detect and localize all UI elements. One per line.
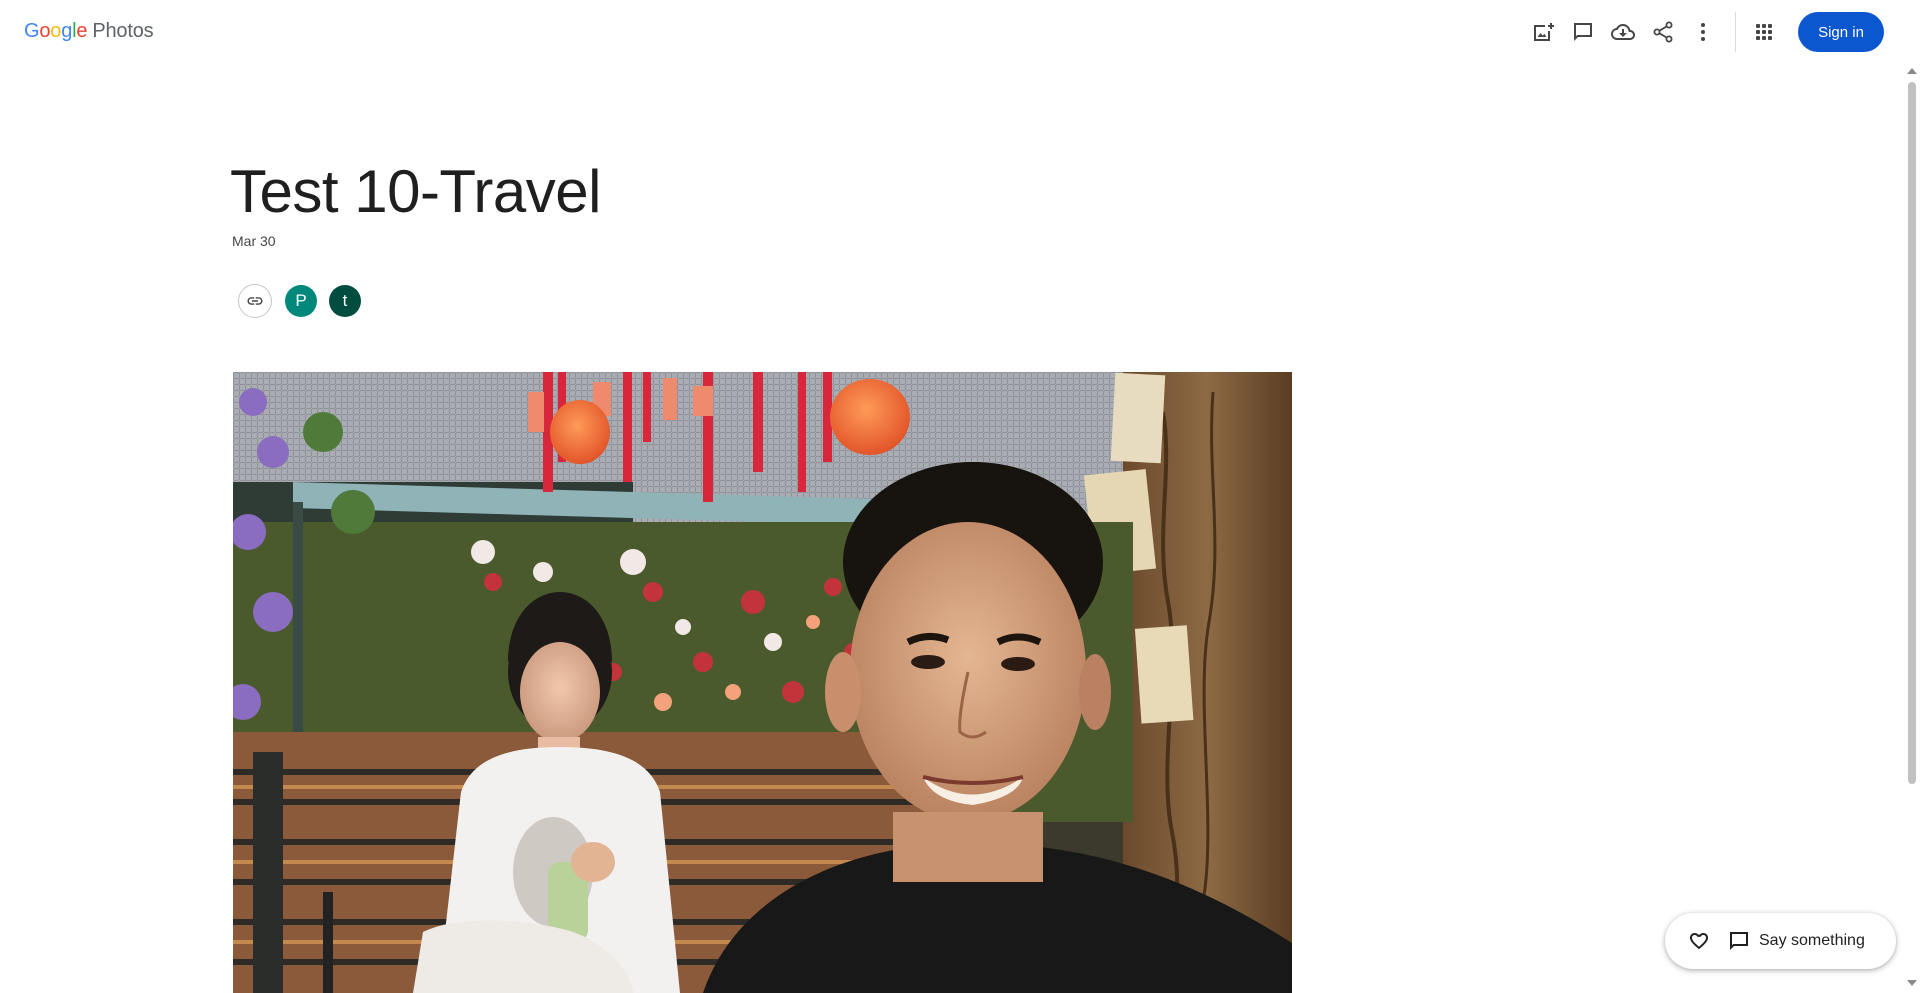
comment-icon: [1730, 932, 1748, 950]
comment-icon: [1574, 23, 1592, 41]
logo-letter: g: [61, 20, 73, 42]
say-something-button[interactable]: Say something: [1727, 925, 1865, 957]
share-icon: [1653, 21, 1673, 43]
scrollbar-thumb[interactable]: [1908, 82, 1916, 784]
scroll-down-arrow-icon[interactable]: [1907, 980, 1917, 986]
album-date: Mar 30: [232, 233, 276, 249]
album-photo[interactable]: [233, 372, 1292, 993]
album-title: Test 10-Travel: [230, 158, 601, 225]
heart-icon: [1690, 933, 1708, 950]
link-icon: [247, 297, 263, 305]
share-button[interactable]: [1643, 12, 1683, 52]
google-photos-logo[interactable]: Google Photos: [24, 19, 154, 43]
say-something-label: Say something: [1759, 932, 1865, 949]
google-wordmark: Google: [24, 19, 88, 43]
like-button[interactable]: [1683, 925, 1715, 957]
product-name: Photos: [92, 20, 154, 42]
more-options-button[interactable]: [1683, 12, 1723, 52]
avatar[interactable]: P: [285, 285, 317, 317]
download-icon: [1611, 24, 1635, 40]
photo-image: [233, 372, 1292, 993]
google-apps-button[interactable]: [1744, 12, 1784, 52]
top-bar: Google Photos Sign in: [0, 0, 1920, 64]
more-options-icon: [1701, 23, 1705, 41]
comment-pill: Say something: [1665, 913, 1896, 969]
scroll-up-arrow-icon[interactable]: [1907, 68, 1917, 74]
download-button[interactable]: [1603, 12, 1643, 52]
header-divider: [1735, 12, 1736, 52]
logo-letter: G: [24, 20, 40, 42]
logo-letter: o: [50, 20, 62, 42]
apps-grid-icon: [1756, 24, 1772, 40]
add-photos-icon: [1534, 23, 1554, 41]
avatar[interactable]: t: [329, 285, 361, 317]
copy-link-button[interactable]: [238, 284, 272, 318]
logo-letter: o: [39, 20, 51, 42]
logo-letter: e: [76, 20, 88, 42]
sign-in-button[interactable]: Sign in: [1798, 12, 1884, 52]
comments-button[interactable]: [1563, 12, 1603, 52]
add-photos-button[interactable]: [1523, 12, 1563, 52]
